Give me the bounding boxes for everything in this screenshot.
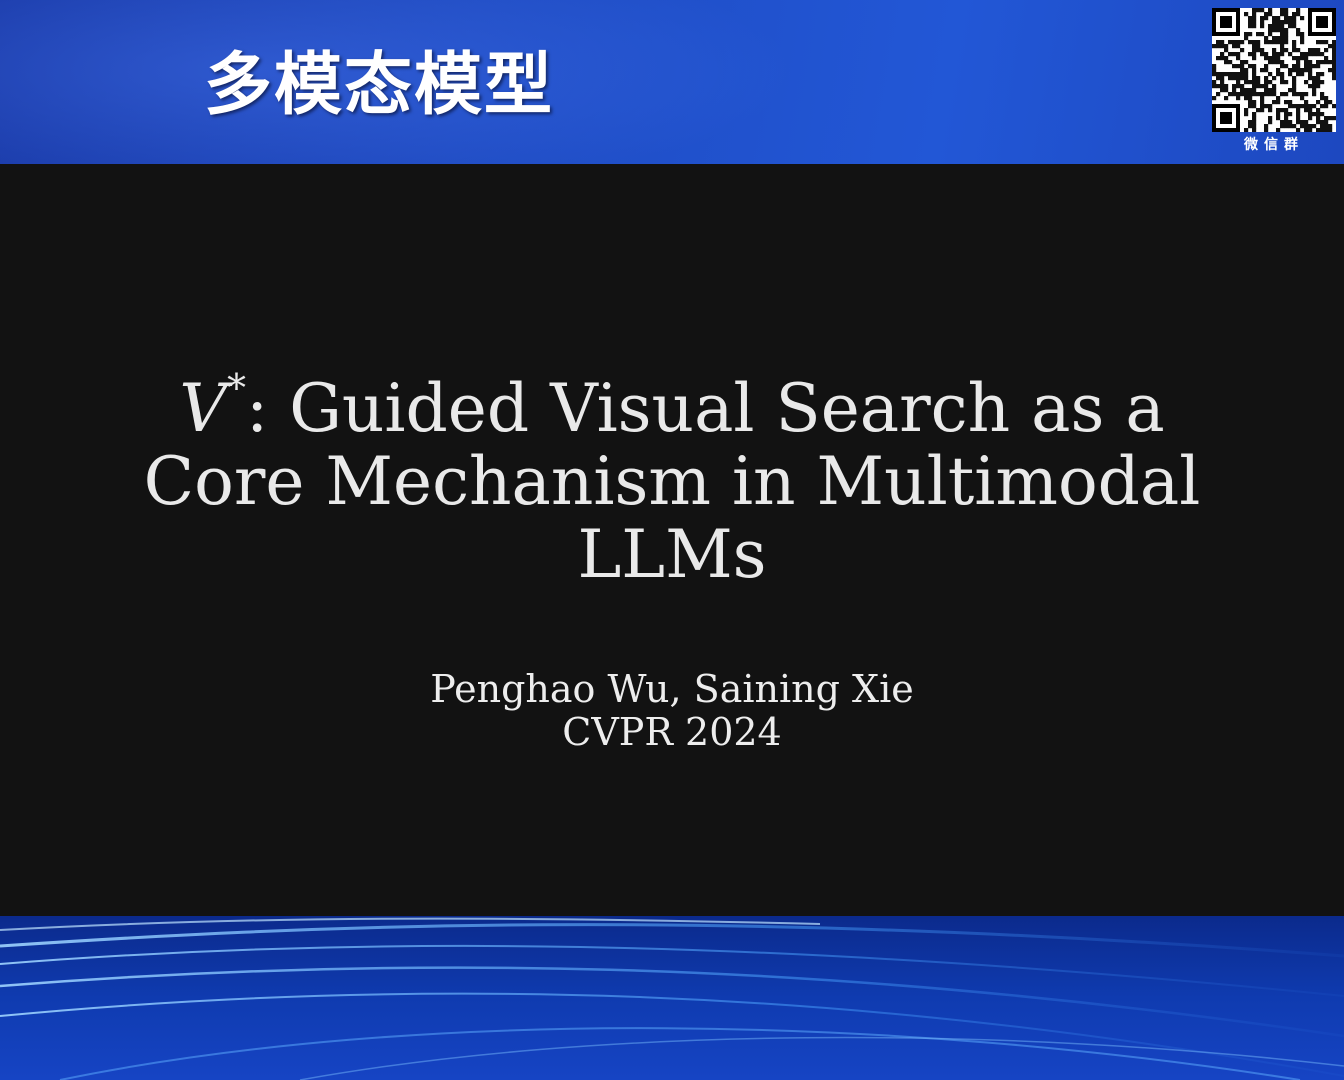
title-line1-rest: : Guided Visual Search as a bbox=[245, 370, 1165, 447]
slide-authors-block: Penghao Wu, Saining Xie CVPR 2024 bbox=[0, 668, 1344, 754]
bottom-banner bbox=[0, 916, 1344, 1080]
title-symbol: V bbox=[179, 370, 227, 447]
title-symbol-sup: * bbox=[226, 366, 246, 410]
qr-code bbox=[1212, 8, 1336, 132]
top-banner: 多模态模型 bbox=[0, 0, 1344, 164]
slide-content: V*: Guided Visual Search as a Core Mecha… bbox=[0, 164, 1344, 916]
slide-title-line-3: LLMs bbox=[577, 516, 767, 593]
slide-title-line-2: Core Mechanism in Multimodal bbox=[143, 443, 1201, 520]
slide-title-line-1: V*: Guided Visual Search as a bbox=[60, 369, 1284, 447]
slide-title: V*: Guided Visual Search as a Core Mecha… bbox=[60, 369, 1284, 593]
qr-code-image bbox=[1212, 8, 1336, 132]
slide-authors: Penghao Wu, Saining Xie bbox=[430, 667, 914, 711]
light-streaks-decoration bbox=[0, 917, 1344, 1080]
slide-venue: CVPR 2024 bbox=[562, 710, 782, 754]
banner-title: 多模态模型 bbox=[204, 46, 555, 125]
qr-label: 微信群 bbox=[1244, 137, 1304, 153]
